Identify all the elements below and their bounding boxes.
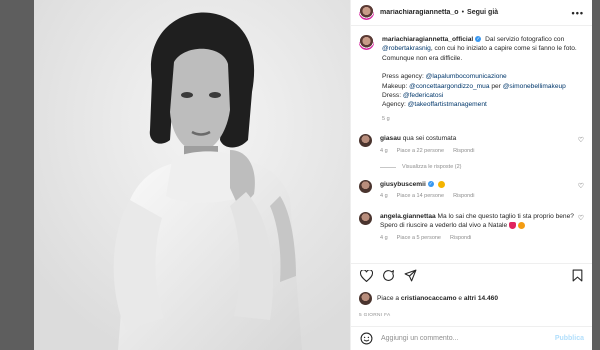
likes-others[interactable]: altri 14.460 (464, 295, 498, 302)
liker-username[interactable]: cristianocaccamo (401, 295, 457, 302)
action-bar (351, 263, 592, 287)
likes-prefix: Piace a (377, 295, 401, 302)
author-username[interactable]: mariachiaragiannetta_o (380, 9, 459, 16)
verified-badge-icon: ✓ (475, 36, 482, 43)
caption-mention-photographer[interactable]: @robertakrasnig (382, 45, 431, 52)
author-avatar[interactable] (359, 5, 374, 20)
comment-likes[interactable]: Piace a 5 persone (397, 234, 441, 243)
comment-like-icon[interactable]: ♡ (578, 214, 584, 222)
caption-avatar[interactable] (359, 35, 374, 50)
dress-mention[interactable]: @federicatosi (403, 92, 443, 99)
likes-text[interactable]: Piace a cristianocaccamo e altri 14.460 (377, 295, 498, 302)
comment-like-icon[interactable]: ♡ (578, 136, 584, 144)
agency-mention[interactable]: @takeoffartistmanagement (408, 101, 487, 108)
share-icon[interactable] (403, 269, 417, 283)
dress-label: Dress: (382, 92, 403, 100)
caption-body: mariachiaragiannetta_official ✓ Dal servi… (382, 35, 578, 124)
replies-line (380, 166, 396, 168)
post-detail-panel: mariachiaragiannetta_o • Segui già ••• m… (350, 0, 592, 350)
comment-username[interactable]: giasau (380, 135, 401, 142)
liker-avatar[interactable] (359, 292, 372, 305)
comment-item: giasau qua sei costumata 4 g Piace a 22 … (359, 134, 584, 156)
comment-username[interactable]: angela.giannettaa (380, 213, 436, 220)
reply-button[interactable]: Rispondi (453, 192, 474, 201)
heart-eyes-emoji-icon (437, 180, 445, 188)
caption: mariachiaragiannetta_official ✓ Dal servi… (359, 35, 584, 124)
press-label: Press agency: (382, 73, 426, 81)
caption-text-1: Dal servizio fotografico con (485, 36, 565, 43)
makeup-label: Makeup: (382, 82, 410, 90)
makeup-mention-2[interactable]: @simonebellimakeup (503, 83, 566, 90)
publish-button[interactable]: Pubblica (555, 335, 584, 342)
comment-likes[interactable]: Piace a 22 persone (397, 147, 444, 156)
comment-time: 4 g (380, 147, 388, 154)
comment-username[interactable]: giusybuscemii (380, 181, 426, 188)
heart-icon[interactable] (359, 269, 373, 283)
comment-time: 4 g (380, 193, 388, 200)
verified-badge-icon: ✓ (427, 181, 434, 188)
comment-item: angela.giannettaa Ma lo sai che questo t… (359, 211, 584, 243)
smiling-emoji-icon (518, 222, 526, 230)
comment-meta: 4 g Piace a 14 persone Rispondi (380, 192, 576, 201)
following-button[interactable]: Segui già (467, 9, 498, 16)
modal-backdrop-right (592, 0, 600, 350)
more-icon[interactable]: ••• (572, 8, 584, 18)
comment-text: qua sei costumata (402, 135, 457, 143)
post-header: mariachiaragiannetta_o • Segui già ••• (351, 0, 592, 26)
caption-time: 5 g (382, 115, 390, 122)
view-replies-button[interactable]: Visualizza le risposte (2) (380, 164, 584, 170)
separator-dot: • (461, 9, 465, 16)
view-replies-label: Visualizza le risposte (2) (402, 164, 462, 171)
post-photo[interactable] (34, 0, 350, 350)
comment-time: 4 g (380, 234, 388, 241)
add-comment-bar: Aggiungi un commento... Pubblica (351, 326, 592, 350)
modal-backdrop-left (0, 0, 34, 350)
comment-meta: 4 g Piace a 22 persone Rispondi (380, 147, 576, 156)
comment-body: giasau qua sei costumata 4 g Piace a 22 … (380, 134, 576, 156)
post-date: 5 GIORNI FA (359, 313, 391, 318)
comment-avatar[interactable] (359, 134, 372, 148)
smiley-icon[interactable] (359, 332, 373, 346)
press-mention[interactable]: @lapalumbocomunicazione (426, 73, 507, 80)
comment-avatar[interactable] (359, 180, 372, 194)
comment-like-icon[interactable]: ♡ (578, 182, 584, 190)
reply-button[interactable]: Rispondi (450, 234, 471, 243)
reply-button[interactable]: Rispondi (453, 147, 474, 156)
photo-portrait (34, 0, 350, 350)
likes-summary: Piace a cristianocaccamo e altri 14.460 (359, 292, 584, 305)
bookmark-icon[interactable] (570, 269, 584, 283)
comments-list[interactable]: mariachiaragiannetta_official ✓ Dal servi… (351, 27, 592, 263)
comment-input[interactable]: Aggiungi un commento... (381, 335, 555, 342)
makeup-mention-1[interactable]: @concettaargondizzo_mua (409, 83, 489, 90)
agency-label: Agency: (382, 101, 408, 109)
comment-likes[interactable]: Piace a 14 persone (397, 192, 444, 201)
comment-avatar[interactable] (359, 211, 372, 225)
makeup-per: per (489, 82, 503, 90)
likes-middle: e (456, 295, 464, 302)
comment-body: angela.giannettaa Ma lo sai che questo t… (380, 212, 576, 243)
caption-username[interactable]: mariachiaragiannetta_official (382, 36, 473, 43)
comment-icon[interactable] (381, 269, 395, 283)
comment-item: giusybuscemii ✓ 4 g Piace a 14 persone Ri… (359, 180, 584, 202)
comment-meta: 4 g Piace a 5 persone Rispondi (380, 234, 576, 243)
red-heart-emoji-icon (509, 222, 517, 230)
comment-body: giusybuscemii ✓ 4 g Piace a 14 persone Ri… (380, 180, 576, 202)
